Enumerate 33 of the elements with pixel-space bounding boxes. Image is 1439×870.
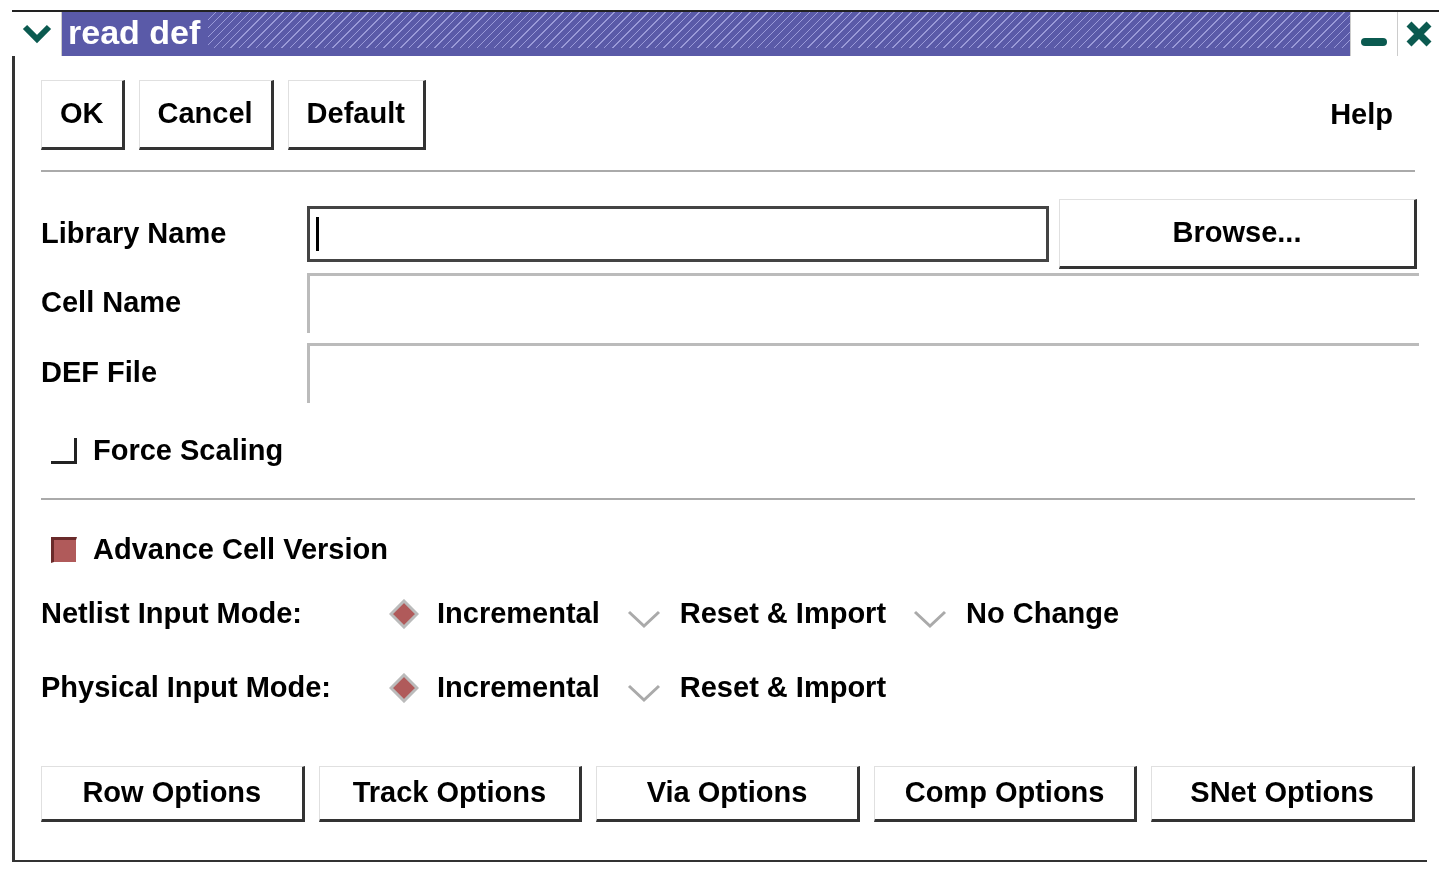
radio-group-label: Physical Input Mode: — [41, 670, 333, 706]
checkbox[interactable] — [51, 537, 77, 563]
minimize-button[interactable] — [1350, 12, 1398, 56]
chevron-down-icon — [21, 24, 52, 44]
checkbox[interactable] — [51, 438, 77, 464]
radio-group-label: Netlist Input Mode: — [41, 596, 303, 632]
dialog-button[interactable]: Browse... — [1059, 199, 1417, 269]
dialog-button[interactable]: SNet Options — [1151, 766, 1415, 822]
checkbox-label: Advance Cell Version — [93, 532, 388, 568]
radio-button[interactable] — [389, 673, 419, 703]
dialog-button[interactable]: Comp Options — [873, 766, 1138, 822]
help-button[interactable]: Help — [1330, 93, 1393, 137]
dialog-button[interactable]: Default — [287, 80, 426, 150]
radio-label: Incremental — [437, 670, 600, 706]
close-icon — [1405, 21, 1432, 47]
text-cursor — [316, 217, 319, 251]
dialog-button[interactable]: Cancel — [138, 80, 274, 150]
minimize-icon — [1361, 38, 1387, 46]
radio-button[interactable] — [389, 599, 419, 629]
field-label: Library Name — [41, 216, 228, 252]
radio-label: Incremental — [437, 596, 600, 632]
checkbox-label: Force Scaling — [93, 433, 284, 469]
radio-label: Reset & Import — [679, 596, 887, 632]
window-title: read def — [67, 12, 202, 52]
radio-label: No Change — [966, 596, 1120, 632]
dialog-button[interactable]: Via Options — [596, 766, 860, 822]
field-label: DEF File — [41, 355, 158, 391]
dialog-button[interactable]: OK — [41, 80, 125, 150]
dialog-button[interactable]: Track Options — [318, 766, 583, 822]
field-label: Cell Name — [41, 285, 183, 321]
text-field[interactable] — [307, 206, 1049, 262]
radio-label: Reset & Import — [679, 670, 887, 706]
dialog-button[interactable]: Row Options — [41, 766, 305, 822]
